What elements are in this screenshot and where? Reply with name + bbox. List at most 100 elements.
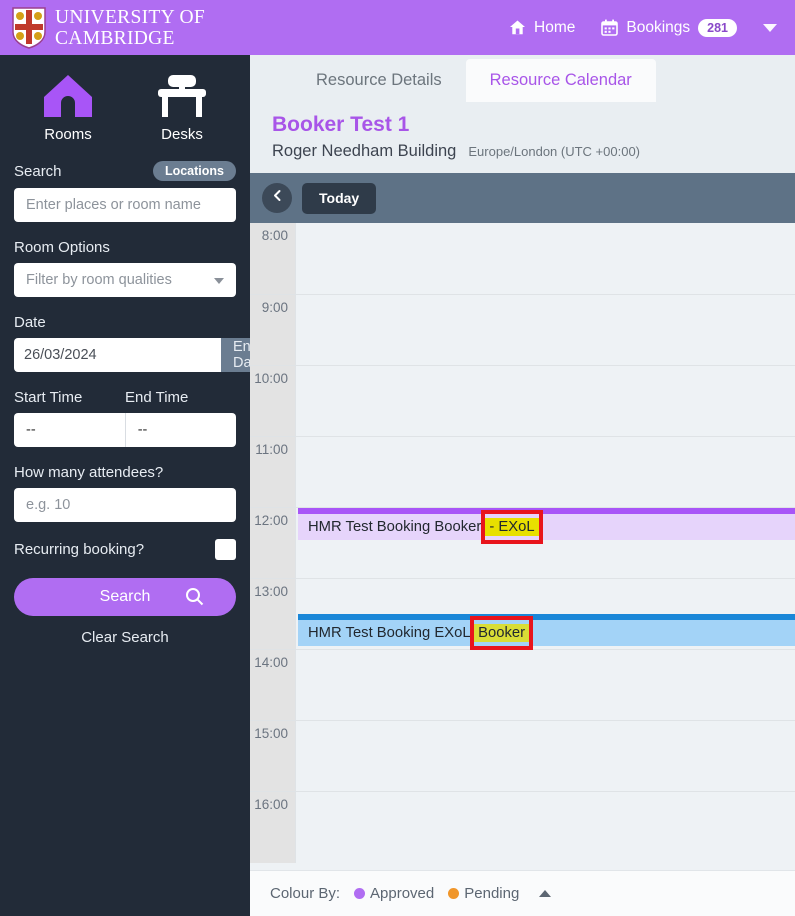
- resource-subtitle: Roger Needham Building Europe/London (UT…: [272, 142, 795, 161]
- cambridge-crest-icon: [12, 6, 46, 49]
- time-labels-row: Start Time End Time: [14, 387, 236, 413]
- search-button[interactable]: Search: [14, 578, 236, 616]
- calendar-hour-cell[interactable]: [296, 721, 795, 792]
- calendar-icon: [601, 19, 619, 36]
- calendar-event-highlighted-text: Booker: [474, 624, 530, 642]
- clear-search-link[interactable]: Clear Search: [14, 629, 236, 646]
- end-time-label: End Time: [125, 389, 189, 406]
- top-navigation-bar: University of Cambridge Home: [0, 0, 795, 55]
- caret-up-icon[interactable]: [539, 890, 552, 897]
- calendar-hour-cell[interactable]: [296, 792, 795, 863]
- sidebar-mode-rooms[interactable]: Rooms: [31, 73, 105, 143]
- resource-header: Booker Test 1 Roger Needham Building Eur…: [250, 102, 795, 173]
- legend-pending[interactable]: Pending: [448, 885, 519, 902]
- search-label: Search: [14, 162, 62, 180]
- calendar-hour-label: 9:00: [250, 295, 296, 366]
- calendar-hour-label: 12:00: [250, 508, 296, 579]
- resource-mode-switch: Rooms Desks: [14, 73, 236, 143]
- calendar-event-title: HMR Test Booking EXoL Booker: [308, 624, 530, 642]
- calendar-event-title: HMR Test Booking Booker - EXoL: [308, 518, 539, 536]
- nav-home[interactable]: Home: [509, 19, 575, 37]
- legend-approved[interactable]: Approved: [354, 885, 434, 902]
- legend-pending-label: Pending: [464, 885, 520, 902]
- calendar-hour-cell[interactable]: [296, 295, 795, 366]
- chevron-down-icon: [214, 278, 224, 284]
- calendar-event-title-text: HMR Test Booking Booker: [308, 519, 486, 535]
- calendar-hour-row: 10:00: [250, 365, 795, 437]
- resource-timezone: Europe/London (UTC +00:00): [468, 144, 641, 159]
- search-label-row: Search Locations: [14, 161, 236, 181]
- legend-approved-label: Approved: [370, 885, 435, 902]
- calendar-hour-label: 8:00: [250, 223, 296, 294]
- search-input[interactable]: [14, 188, 236, 222]
- calendar-event-title-text: HMR Test Booking EXoL: [308, 625, 475, 641]
- calendar-event-body: HMR Test Booking EXoL Booker: [298, 620, 795, 646]
- calendar-event-highlighted-text: - EXoL: [485, 518, 539, 536]
- calendar-toolbar: Today: [250, 173, 795, 223]
- top-nav-links: Home Bookings 281: [509, 18, 783, 37]
- room-qualities-select[interactable]: [14, 263, 236, 297]
- sidebar-mode-desks[interactable]: Desks: [145, 73, 219, 143]
- room-qualities-input[interactable]: [14, 263, 236, 297]
- calendar-hour-cell[interactable]: [296, 366, 795, 437]
- nav-home-label: Home: [534, 18, 576, 36]
- page-body: Rooms Desks Search Locations Enter place…: [0, 55, 795, 916]
- tab-resource-calendar[interactable]: Resource Calendar: [465, 59, 656, 102]
- brand-line-2: Cambridge: [55, 27, 175, 49]
- bookings-count-badge: 281: [698, 18, 737, 37]
- calendar-event[interactable]: HMR Test Booking Booker - EXoL: [298, 508, 795, 540]
- main-content: Resource Details Resource Calendar Booke…: [250, 55, 795, 916]
- calendar-event-body: HMR Test Booking Booker - EXoL: [298, 514, 795, 540]
- brand-logo[interactable]: University of Cambridge: [12, 7, 205, 49]
- locations-toggle-pill[interactable]: Locations: [152, 161, 236, 181]
- start-time-input[interactable]: [14, 413, 125, 447]
- start-date-input[interactable]: [14, 338, 221, 372]
- end-time-input[interactable]: [124, 413, 236, 447]
- calendar-hour-row: 11:00: [250, 436, 795, 508]
- calendar-hour-cell[interactable]: [296, 223, 795, 294]
- sidebar-mode-desks-label: Desks: [161, 126, 203, 143]
- start-time-label: Start Time: [14, 389, 83, 406]
- magnifier-icon: [185, 587, 204, 611]
- tab-resource-details[interactable]: Resource Details: [292, 59, 466, 102]
- resource-tabs: Resource Details Resource Calendar: [250, 55, 795, 102]
- nav-bookings[interactable]: Bookings 281: [601, 18, 737, 37]
- calendar-grid: 8:00 9:00 10:00 11:00 12:00 13:00 14:00 15:00 16…: [250, 223, 795, 870]
- chevron-left-icon: [271, 189, 284, 207]
- brand-title: University of Cambridge: [55, 7, 205, 49]
- legend-pending-dot: [448, 888, 460, 899]
- recurring-booking-checkbox[interactable]: [215, 539, 236, 560]
- calendar-hour-row: 16:00: [250, 791, 795, 863]
- calendar-event[interactable]: HMR Test Booking EXoL Booker: [298, 614, 795, 646]
- room-options-label: Room Options: [14, 239, 110, 256]
- attendees-label: How many attendees?: [14, 464, 164, 481]
- search-sidebar: Rooms Desks Search Locations Enter place…: [0, 55, 283, 916]
- sidebar-mode-rooms-label: Rooms: [44, 126, 92, 143]
- house-icon: [42, 73, 94, 119]
- attendees-input[interactable]: [14, 488, 236, 522]
- search-button-label: Search: [99, 588, 151, 605]
- recurring-booking-label: Recurring booking?: [14, 541, 145, 558]
- calendar-prev-button[interactable]: [262, 183, 292, 213]
- calendar-today-button[interactable]: Today: [302, 182, 377, 214]
- app-root: University of Cambridge Home: [0, 0, 795, 916]
- calendar-hour-label: 13:00: [250, 579, 296, 650]
- resource-building: Roger Needham Building: [272, 142, 457, 160]
- calendar-hour-label: 15:00: [250, 721, 296, 792]
- calendar-hour-row: 15:00: [250, 720, 795, 792]
- calendar-footer: Colour By: Approved Pending: [250, 870, 795, 916]
- calendar-hour-cell[interactable]: [296, 650, 795, 721]
- chevron-down-icon[interactable]: [763, 23, 777, 32]
- calendar-hour-row: 9:00: [250, 294, 795, 366]
- home-icon: [509, 19, 526, 36]
- desk-icon: [156, 73, 208, 119]
- page-title: Booker Test 1: [272, 113, 410, 136]
- nav-bookings-label: Bookings: [626, 18, 691, 36]
- brand-line-1: University of: [55, 6, 205, 28]
- calendar-hour-row: 14:00: [250, 649, 795, 721]
- calendar-hour-cell[interactable]: [296, 437, 795, 508]
- calendar-body: 8:00 9:00 10:00 11:00 12:00 13:00 14:00 15:00 16…: [250, 223, 795, 870]
- colour-by-label: Colour By:: [270, 885, 341, 902]
- legend-approved-dot: [354, 888, 366, 899]
- calendar-hour-label: 14:00: [250, 650, 296, 721]
